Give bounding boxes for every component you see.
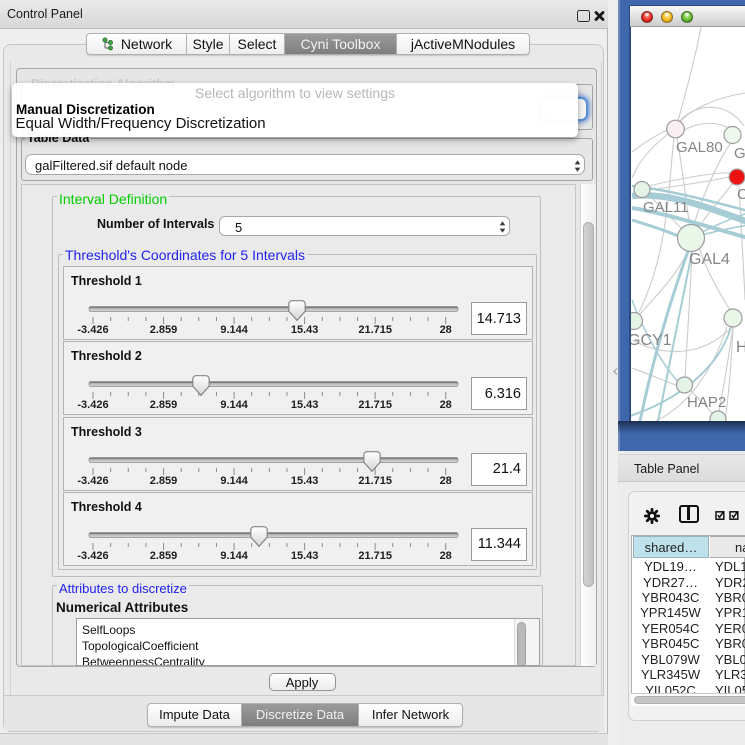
- svg-text:GAL80: GAL80: [676, 139, 723, 156]
- svg-text:GAL11: GAL11: [643, 199, 689, 216]
- svg-text:HAP2: HAP2: [687, 394, 726, 411]
- svg-text:G.: G.: [734, 145, 745, 162]
- svg-text:GCY1: GCY1: [631, 332, 672, 349]
- svg-text:H: H: [736, 339, 745, 356]
- svg-text:C: C: [737, 186, 745, 203]
- svg-text:GAL4: GAL4: [689, 251, 730, 268]
